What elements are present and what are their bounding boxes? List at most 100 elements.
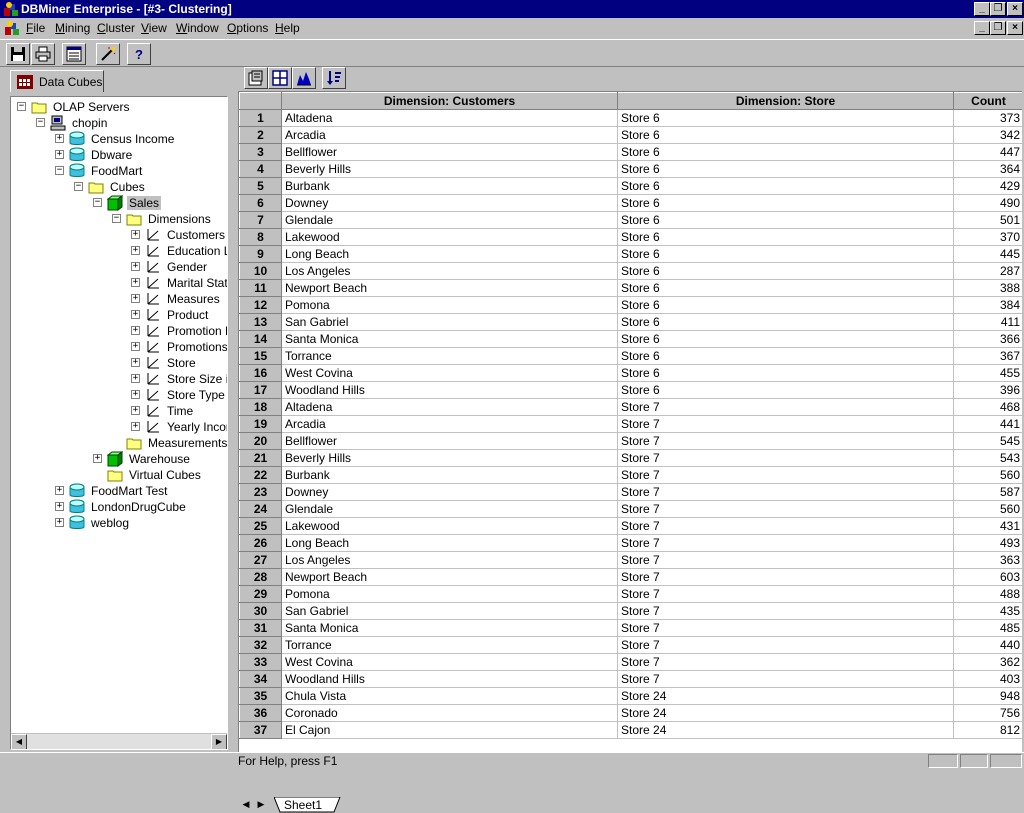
collapse-icon[interactable]: −	[74, 182, 83, 191]
scroll-right-button[interactable]: ▶	[211, 734, 227, 749]
store-cell[interactable]: Store 7	[617, 636, 954, 654]
customer-cell[interactable]: West Covina	[281, 364, 618, 382]
store-cell[interactable]: Store 7	[617, 551, 954, 569]
table-row[interactable]: 23 Downey Store 7 587	[239, 483, 1022, 501]
tab-data-cubes[interactable]: Data Cubes	[10, 70, 104, 92]
count-cell[interactable]: 363	[953, 551, 1022, 569]
store-cell[interactable]: Store 6	[617, 347, 954, 365]
app-icon[interactable]	[3, 1, 19, 17]
row-header[interactable]: 7	[239, 211, 282, 229]
store-cell[interactable]: Store 7	[617, 534, 954, 552]
customer-cell[interactable]: Burbank	[281, 466, 618, 484]
store-cell[interactable]: Store 7	[617, 449, 954, 467]
count-cell[interactable]: 429	[953, 177, 1022, 195]
count-cell[interactable]: 370	[953, 228, 1022, 246]
row-header[interactable]: 10	[239, 262, 282, 280]
store-cell[interactable]: Store 7	[617, 670, 954, 688]
customer-cell[interactable]: Altadena	[281, 109, 618, 127]
table-row[interactable]: 17 Woodland Hills Store 6 396	[239, 381, 1022, 399]
menu-options[interactable]: Options	[227, 21, 268, 35]
count-cell[interactable]: 587	[953, 483, 1022, 501]
table-row[interactable]: 3 Bellflower Store 6 447	[239, 143, 1022, 161]
row-header[interactable]: 20	[239, 432, 282, 450]
count-cell[interactable]: 431	[953, 517, 1022, 535]
count-cell[interactable]: 560	[953, 500, 1022, 518]
count-cell[interactable]: 468	[953, 398, 1022, 416]
customer-cell[interactable]: Long Beach	[281, 534, 618, 552]
store-cell[interactable]: Store 6	[617, 262, 954, 280]
store-cell[interactable]: Store 7	[617, 415, 954, 433]
expand-icon[interactable]: +	[55, 502, 64, 511]
row-header[interactable]: 30	[239, 602, 282, 620]
table-row[interactable]: 2 Arcadia Store 6 342	[239, 126, 1022, 144]
table-row[interactable]: 28 Newport Beach Store 7 603	[239, 568, 1022, 586]
table-row[interactable]: 15 Torrance Store 6 367	[239, 347, 1022, 365]
count-cell[interactable]: 501	[953, 211, 1022, 229]
expand-icon[interactable]: +	[55, 134, 64, 143]
collapse-icon[interactable]: −	[112, 214, 121, 223]
sheet-tab-sheet1[interactable]: Sheet1	[274, 797, 344, 813]
count-cell[interactable]: 403	[953, 670, 1022, 688]
count-cell[interactable]: 485	[953, 619, 1022, 637]
count-cell[interactable]: 342	[953, 126, 1022, 144]
table-row[interactable]: 4 Beverly Hills Store 6 364	[239, 160, 1022, 178]
expand-icon[interactable]: +	[55, 150, 64, 159]
minimize-button[interactable]: _	[974, 2, 990, 16]
count-cell[interactable]: 388	[953, 279, 1022, 297]
customer-cell[interactable]: Glendale	[281, 211, 618, 229]
column-header-customers[interactable]: Dimension: Customers	[281, 92, 618, 110]
store-cell[interactable]: Store 6	[617, 245, 954, 263]
table-row[interactable]: 19 Arcadia Store 7 441	[239, 415, 1022, 433]
count-cell[interactable]: 440	[953, 636, 1022, 654]
row-header[interactable]: 3	[239, 143, 282, 161]
store-cell[interactable]: Store 6	[617, 381, 954, 399]
row-header[interactable]: 35	[239, 687, 282, 705]
count-cell[interactable]: 287	[953, 262, 1022, 280]
row-header[interactable]: 37	[239, 721, 282, 739]
row-header[interactable]: 18	[239, 398, 282, 416]
customer-cell[interactable]: Los Angeles	[281, 262, 618, 280]
customer-cell[interactable]: Torrance	[281, 636, 618, 654]
store-cell[interactable]: Store 7	[617, 500, 954, 518]
store-cell[interactable]: Store 6	[617, 313, 954, 331]
expand-icon[interactable]: +	[131, 342, 140, 351]
row-header[interactable]: 33	[239, 653, 282, 671]
customer-cell[interactable]: Woodland Hills	[281, 381, 618, 399]
child-restore-button[interactable]: ❐	[990, 21, 1006, 35]
expand-icon[interactable]: +	[131, 294, 140, 303]
count-cell[interactable]: 543	[953, 449, 1022, 467]
row-header[interactable]: 22	[239, 466, 282, 484]
wizard-button[interactable]	[96, 43, 120, 65]
result-grid[interactable]: Dimension: Customers Dimension: Store Co…	[238, 91, 1022, 752]
customer-cell[interactable]: Downey	[281, 194, 618, 212]
row-header[interactable]: 29	[239, 585, 282, 603]
store-cell[interactable]: Store 7	[617, 432, 954, 450]
customer-cell[interactable]: Pomona	[281, 585, 618, 603]
customer-cell[interactable]: El Cajon	[281, 721, 618, 739]
child-close-button[interactable]: ×	[1007, 21, 1023, 35]
restore-button[interactable]: ❐	[990, 2, 1006, 16]
store-cell[interactable]: Store 6	[617, 330, 954, 348]
table-row[interactable]: 9 Long Beach Store 6 445	[239, 245, 1022, 263]
row-header[interactable]: 9	[239, 245, 282, 263]
customer-cell[interactable]: Bellflower	[281, 143, 618, 161]
customer-cell[interactable]: Newport Beach	[281, 568, 618, 586]
cube-tree[interactable]: − OLAP Servers − chopin + Census Income + Dbwar…	[10, 96, 228, 750]
row-header[interactable]: 21	[239, 449, 282, 467]
table-row[interactable]: 14 Santa Monica Store 6 366	[239, 330, 1022, 348]
table-row[interactable]: 12 Pomona Store 6 384	[239, 296, 1022, 314]
menu-file[interactable]: File	[26, 21, 45, 35]
sheet-prev-button[interactable]: ◀	[240, 798, 252, 812]
store-cell[interactable]: Store 7	[617, 483, 954, 501]
table-row[interactable]: 11 Newport Beach Store 6 388	[239, 279, 1022, 297]
collapse-icon[interactable]: −	[36, 118, 45, 127]
scroll-left-button[interactable]: ◀	[11, 734, 27, 749]
customer-cell[interactable]: Long Beach	[281, 245, 618, 263]
row-header[interactable]: 34	[239, 670, 282, 688]
store-cell[interactable]: Store 7	[617, 568, 954, 586]
table-row[interactable]: 29 Pomona Store 7 488	[239, 585, 1022, 603]
expand-icon[interactable]: +	[131, 406, 140, 415]
row-header[interactable]: 16	[239, 364, 282, 382]
save-button[interactable]	[6, 43, 30, 65]
table-row[interactable]: 35 Chula Vista Store 24 948	[239, 687, 1022, 705]
